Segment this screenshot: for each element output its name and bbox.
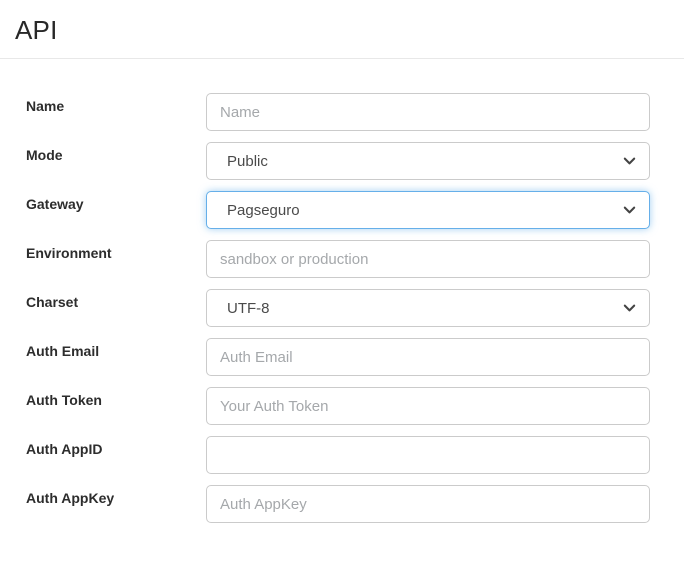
form-row-environment: Environment — [26, 240, 650, 278]
gateway-label: Gateway — [26, 196, 84, 212]
page-title: API — [15, 15, 58, 45]
auth-token-input[interactable] — [206, 387, 650, 425]
form-row-name: Name — [26, 93, 650, 131]
auth-token-label: Auth Token — [26, 392, 102, 408]
name-input[interactable] — [206, 93, 650, 131]
form-row-auth-appkey: Auth AppKey — [26, 485, 650, 523]
auth-appid-input[interactable] — [206, 436, 650, 474]
form-row-auth-email: Auth Email — [26, 338, 650, 376]
auth-appid-field-wrap — [206, 436, 650, 474]
page-header: API — [0, 0, 684, 46]
environment-field-wrap — [206, 240, 650, 278]
mode-field-wrap: Public — [206, 142, 650, 180]
form-row-mode: Mode Public — [26, 142, 650, 180]
environment-label: Environment — [26, 245, 112, 261]
auth-email-field-wrap — [206, 338, 650, 376]
form-row-gateway: Gateway Pagseguro — [26, 191, 650, 229]
form-row-auth-token: Auth Token — [26, 387, 650, 425]
auth-appid-label: Auth AppID — [26, 441, 103, 457]
environment-input[interactable] — [206, 240, 650, 278]
auth-appkey-field-wrap — [206, 485, 650, 523]
auth-email-input[interactable] — [206, 338, 650, 376]
form-row-auth-appid: Auth AppID — [26, 436, 650, 474]
auth-token-field-wrap — [206, 387, 650, 425]
mode-select[interactable]: Public — [206, 142, 650, 180]
charset-select[interactable]: UTF-8 — [206, 289, 650, 327]
gateway-select[interactable]: Pagseguro — [206, 191, 650, 229]
api-settings-form: Name Mode Public Gateway Pagseguro Envir — [0, 93, 684, 523]
auth-appkey-input[interactable] — [206, 485, 650, 523]
name-field-wrap — [206, 93, 650, 131]
form-row-charset: Charset UTF-8 — [26, 289, 650, 327]
name-label: Name — [26, 98, 65, 114]
header-divider — [0, 58, 684, 59]
auth-email-label: Auth Email — [26, 343, 100, 359]
mode-label: Mode — [26, 147, 63, 163]
auth-appkey-label: Auth AppKey — [26, 490, 115, 506]
gateway-field-wrap: Pagseguro — [206, 191, 650, 229]
charset-field-wrap: UTF-8 — [206, 289, 650, 327]
charset-label: Charset — [26, 294, 79, 310]
